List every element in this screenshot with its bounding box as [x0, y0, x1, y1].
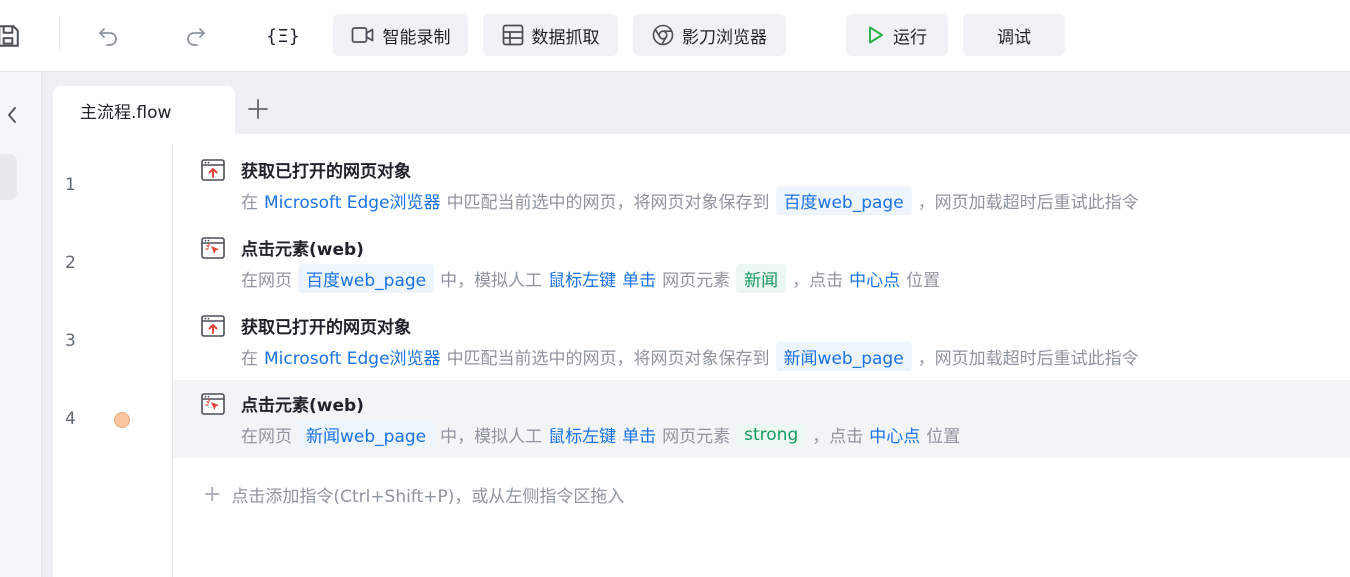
click-position-param[interactable]: 中心点	[849, 266, 900, 291]
click-element-icon	[201, 237, 225, 259]
element-chip[interactable]: 新闻	[736, 264, 787, 293]
click-type-param[interactable]: 单击	[622, 422, 656, 447]
undo-icon[interactable]	[94, 22, 122, 50]
table-grid-icon	[502, 24, 524, 46]
run-label: 运行	[893, 27, 927, 48]
panel-handle[interactable]	[0, 154, 17, 200]
browser-param[interactable]: Microsoft Edge浏览器	[264, 344, 441, 369]
command-title: 点击元素(web)	[241, 240, 364, 260]
desc-text: ，网页加载超时后重试此指令	[917, 349, 1139, 369]
line-number: 3	[65, 331, 76, 351]
desc-text: 在网页	[241, 427, 292, 447]
plus-icon: +	[203, 481, 222, 507]
desc-text: 位置	[926, 427, 961, 447]
variable-chip[interactable]: 新闻web_page	[775, 342, 912, 371]
desc-text: 在	[241, 349, 258, 369]
desc-text: 中匹配当前选中的网页，将网页对象保存到	[446, 349, 770, 369]
variable-chip[interactable]: 新闻web_page	[298, 420, 435, 449]
desc-text: 中，模拟人工	[440, 271, 543, 291]
redo-icon[interactable]	[182, 22, 210, 50]
desc-text: 网页元素	[662, 427, 731, 447]
command-row[interactable]: 2 点击元素(web) 在网页 百度web_page 中，模拟人工 鼠标左键 单…	[53, 224, 1350, 302]
line-number: 2	[65, 253, 76, 273]
add-command-label: 点击添加指令(Ctrl+Shift+P)，或从左侧指令区拖入	[231, 487, 625, 507]
save-icon[interactable]	[0, 22, 22, 50]
desc-text: 在网页	[241, 271, 292, 291]
play-icon	[867, 25, 885, 45]
browser-param[interactable]: Microsoft Edge浏览器	[264, 188, 441, 213]
toolbar: {Ξ} 智能录制 数据抓取 影刀浏览器 运行 调试	[0, 0, 1350, 72]
data-scrape-label: 数据抓取	[531, 27, 600, 48]
chevron-left-icon[interactable]	[2, 102, 22, 128]
click-element-icon	[201, 393, 225, 415]
command-title: 获取已打开的网页对象	[241, 162, 411, 182]
data-scrape-button[interactable]: 数据抓取	[483, 14, 618, 56]
chrome-browser-icon	[652, 24, 674, 46]
add-command-hint[interactable]: + 点击添加指令(Ctrl+Shift+P)，或从左侧指令区拖入	[203, 482, 624, 507]
debug-label: 调试	[997, 27, 1031, 48]
command-row[interactable]: 3 获取已打开的网页对象 在 Microsoft Edge浏览器 中匹配当前选中…	[53, 302, 1350, 380]
flow-content: 1 获取已打开的网页对象 在 Microsoft Edge浏览器 中匹配当前选中…	[53, 134, 1350, 577]
smart-record-button[interactable]: 智能录制	[333, 14, 468, 56]
command-description: 在 Microsoft Edge浏览器 中匹配当前选中的网页，将网页对象保存到 …	[241, 186, 1139, 215]
command-row-selected[interactable]: 4 点击元素(web) 在网页 新闻web_page 中，模拟人工 鼠标左键 单…	[53, 380, 1350, 458]
command-title: 获取已打开的网页对象	[241, 318, 411, 338]
desc-text: 中匹配当前选中的网页，将网页对象保存到	[446, 193, 770, 213]
line-number: 4	[65, 409, 76, 429]
command-title: 点击元素(web)	[241, 396, 364, 416]
desc-text: 中，模拟人工	[440, 427, 543, 447]
tab-label: 主流程.flow	[80, 102, 172, 123]
video-camera-icon	[351, 25, 375, 45]
mouse-button-param[interactable]: 鼠标左键	[548, 266, 616, 291]
desc-text: 在	[241, 193, 258, 213]
desc-text: ，网页加载超时后重试此指令	[917, 193, 1139, 213]
desc-text: ，点击	[812, 427, 864, 447]
command-row[interactable]: 1 获取已打开的网页对象 在 Microsoft Edge浏览器 中匹配当前选中…	[53, 146, 1350, 224]
element-chip[interactable]: strong	[736, 422, 807, 447]
browser-button[interactable]: 影刀浏览器	[633, 14, 786, 56]
desc-text: 位置	[906, 271, 941, 291]
toolbar-separator	[59, 18, 60, 52]
variable-braces-icon[interactable]: {Ξ}	[266, 22, 300, 50]
line-number: 1	[65, 175, 76, 195]
browser-label: 影刀浏览器	[682, 27, 767, 48]
tab-bar: 主流程.flow	[42, 72, 1350, 134]
tab-main-flow[interactable]: 主流程.flow	[53, 86, 235, 134]
left-panel-strip	[0, 72, 42, 577]
mouse-button-param[interactable]: 鼠标左键	[548, 422, 616, 447]
add-tab-icon[interactable]	[245, 96, 271, 122]
desc-text: ，点击	[792, 271, 844, 291]
variable-chip[interactable]: 百度web_page	[775, 186, 912, 215]
flow-editor: 主流程.flow 1 获取已打开的网页对象 在 Microsoft Edge浏览…	[42, 72, 1350, 577]
desc-text: 网页元素	[662, 271, 731, 291]
command-description: 在网页 新闻web_page 中，模拟人工 鼠标左键 单击 网页元素 stron…	[241, 420, 960, 449]
debug-button[interactable]: 调试	[963, 14, 1065, 56]
command-description: 在 Microsoft Edge浏览器 中匹配当前选中的网页，将网页对象保存到 …	[241, 342, 1139, 371]
smart-record-label: 智能录制	[382, 27, 451, 48]
open-webpage-icon	[201, 159, 225, 181]
click-type-param[interactable]: 单击	[622, 266, 656, 291]
variable-chip[interactable]: 百度web_page	[298, 264, 435, 293]
command-description: 在网页 百度web_page 中，模拟人工 鼠标左键 单击 网页元素 新闻 ，点…	[241, 264, 940, 293]
open-webpage-icon	[201, 315, 225, 337]
run-button[interactable]: 运行	[846, 14, 948, 56]
breakpoint-dot[interactable]	[114, 412, 130, 428]
click-position-param[interactable]: 中心点	[869, 422, 920, 447]
